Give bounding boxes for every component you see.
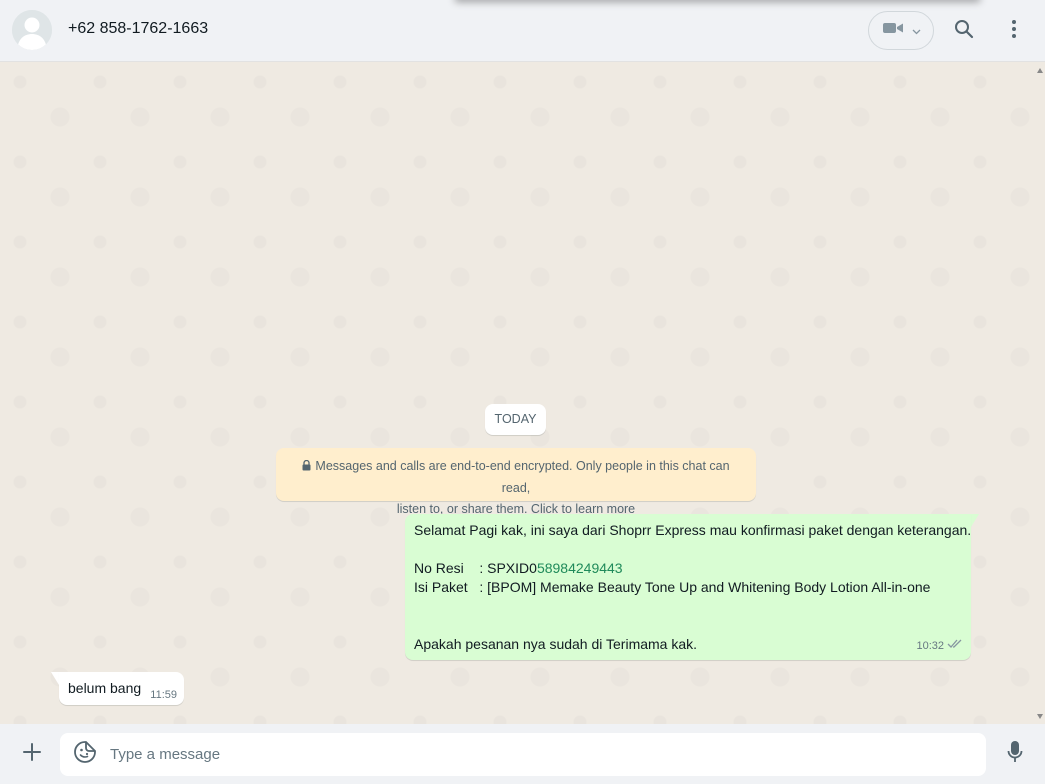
message-line-resi: No Resi : SPXID058984249443 [414, 559, 962, 578]
outgoing-bubble-tail [971, 514, 979, 527]
double-check-icon [947, 637, 963, 656]
search-icon [954, 19, 974, 44]
message-composer [0, 724, 1045, 784]
microphone-icon [1007, 740, 1023, 769]
chevron-down-icon [912, 22, 921, 40]
whatsapp-chat-window: +62 858-1762-1663 TODAY Messages and cal… [0, 0, 1045, 784]
message-line-blank [414, 540, 962, 559]
message-meta: 10:32 [916, 637, 963, 656]
sticker-icon [73, 740, 97, 769]
lock-icon [302, 457, 311, 478]
message-line-blank [414, 597, 962, 616]
scroll-up-arrow[interactable] [1037, 68, 1043, 73]
voice-message-button[interactable] [1000, 738, 1030, 770]
message-line-isi-paket: Isi Paket : [BPOM] Memake Beauty Tone Up… [414, 579, 931, 595]
resi-prefix: No Resi : SPXID0 [414, 560, 537, 576]
message-input[interactable] [110, 733, 986, 776]
message-time: 10:32 [916, 640, 944, 652]
message-line-greeting: Selamat Pagi kak, ini saya dari Shoprr E… [414, 522, 972, 538]
search-button[interactable] [946, 13, 982, 49]
message-line-closing: Apakah pesanan nya sudah di Terimama kak… [414, 636, 698, 652]
plus-icon [22, 742, 42, 767]
date-separator: TODAY [485, 404, 546, 435]
contact-name[interactable]: +62 858-1762-1663 [68, 20, 208, 38]
message-input-wrapper [60, 733, 986, 776]
outgoing-message[interactable]: Selamat Pagi kak, ini saya dari Shoprr E… [405, 514, 971, 660]
resi-number-link[interactable]: 58984249443 [537, 560, 623, 576]
encryption-text-line1: Messages and calls are end-to-end encryp… [315, 459, 730, 495]
incoming-bubble-tail [51, 672, 59, 685]
incoming-message[interactable]: belum bang 11:59 [59, 672, 184, 705]
attach-button[interactable] [16, 738, 48, 770]
menu-button[interactable] [996, 13, 1032, 49]
default-avatar-icon[interactable] [12, 10, 52, 50]
message-line-blank [414, 616, 962, 635]
scroll-down-arrow[interactable] [1037, 714, 1043, 719]
encryption-notice[interactable]: Messages and calls are end-to-end encryp… [276, 448, 756, 516]
sticker-button[interactable] [60, 733, 110, 776]
chat-header: +62 858-1762-1663 [0, 0, 1045, 62]
message-time: 11:59 [150, 689, 177, 701]
incoming-message-text: belum bang [68, 680, 142, 696]
more-vertical-icon [1011, 19, 1017, 44]
video-call-button[interactable] [868, 11, 934, 50]
video-camera-icon [882, 20, 904, 41]
